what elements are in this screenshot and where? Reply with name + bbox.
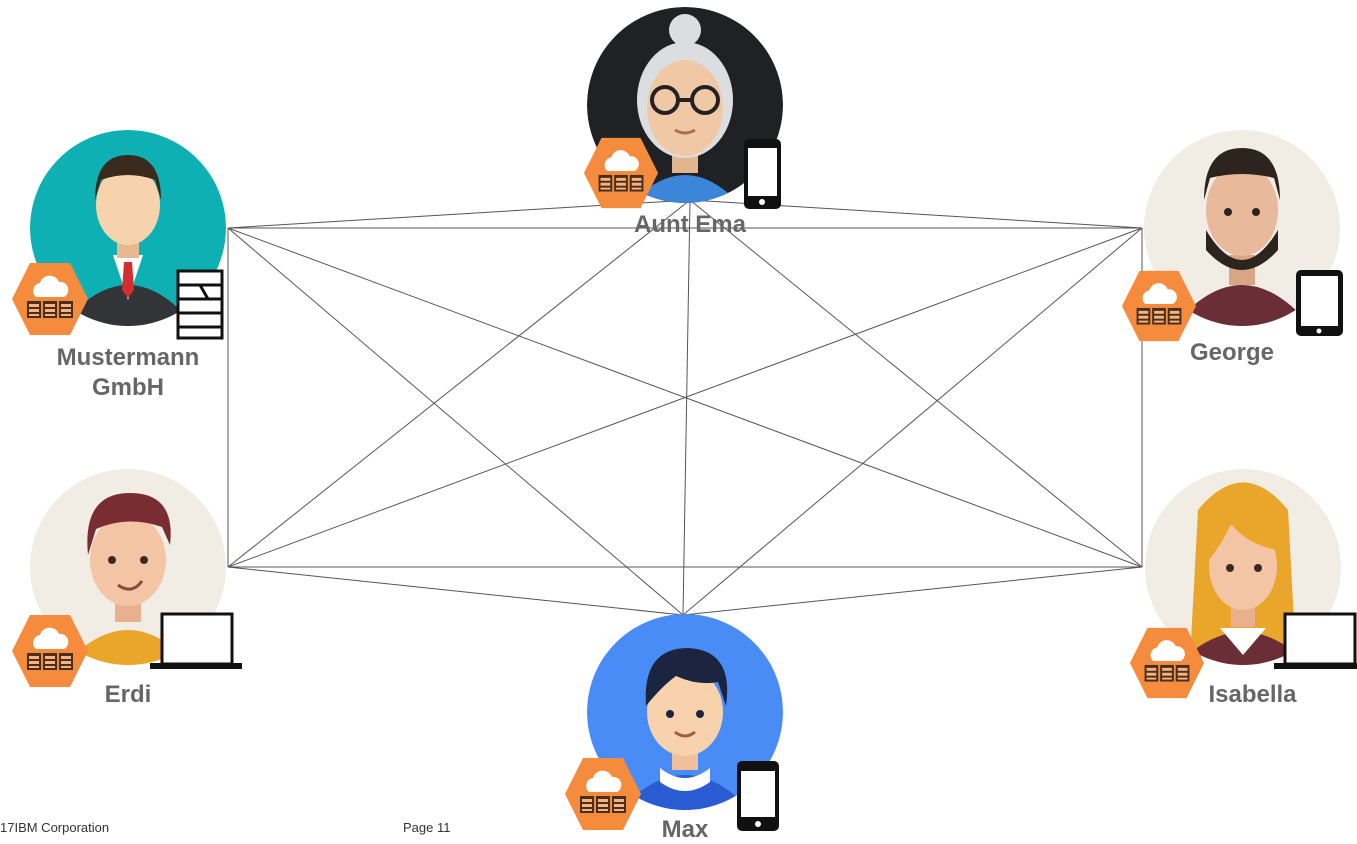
node-erdi <box>12 469 242 687</box>
person-name-george: George <box>1189 339 1275 366</box>
person-name-aunt-ema: Aunt Ema <box>633 211 746 238</box>
person-name-isabella: Isabella <box>1208 681 1297 708</box>
phone-icon <box>737 761 779 831</box>
copyright-footer: 17IBM Corporation <box>0 820 110 835</box>
node-george <box>1121 130 1343 342</box>
node-mustermann <box>12 130 226 340</box>
person-name-max: Max <box>661 816 709 843</box>
person-name-mustermann: Mustermann GmbH <box>56 344 200 401</box>
node-aunt-ema <box>583 7 783 209</box>
node-max <box>565 614 783 831</box>
node-isabella <box>1129 469 1357 699</box>
phone-icon <box>744 139 781 209</box>
laptop-icon <box>150 612 242 669</box>
server-rack-icon <box>176 269 224 340</box>
tablet-icon <box>1296 270 1343 336</box>
person-name-erdi: Erdi <box>104 681 152 708</box>
laptop-icon <box>1274 612 1357 669</box>
network-diagram <box>12 7 1357 831</box>
connection-lines <box>227 199 1143 616</box>
page-number: Page 11 <box>403 820 451 835</box>
